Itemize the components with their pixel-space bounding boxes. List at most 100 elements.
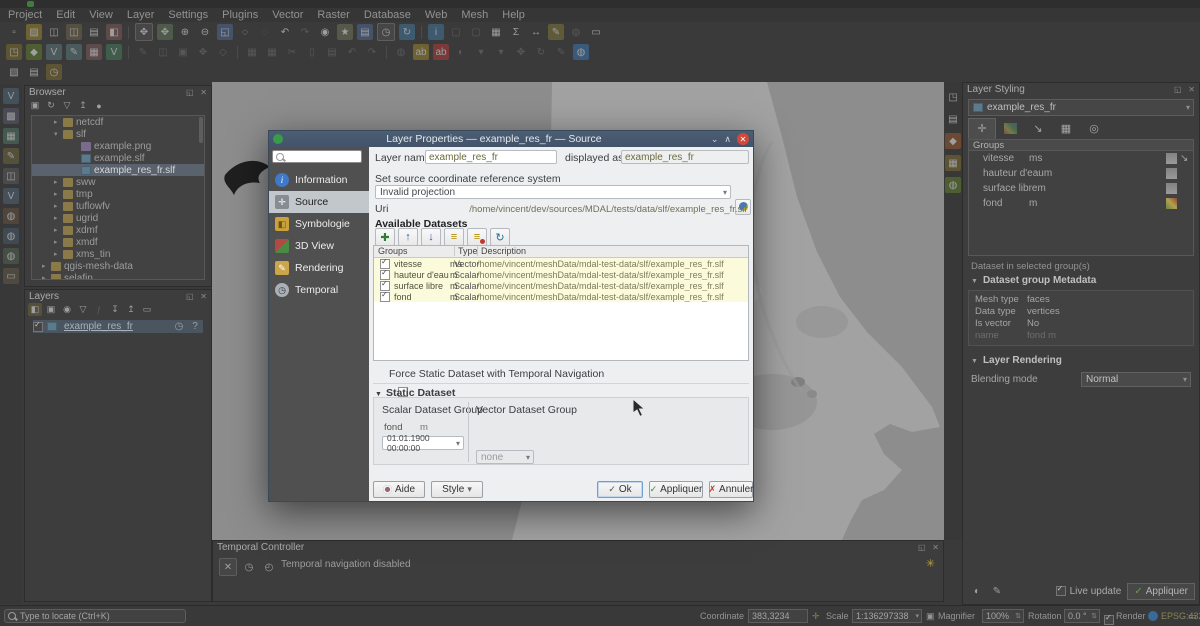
- float-panel-icon[interactable]: ◱: [1174, 85, 1182, 94]
- menu-item[interactable]: Help: [502, 9, 525, 21]
- styling-layer-select[interactable]: example_res_fr: [968, 99, 1194, 116]
- toggle-editing-icon[interactable]: ✎: [135, 44, 151, 60]
- temporal-layer-icon[interactable]: ◷: [173, 321, 185, 333]
- dataset-checkbox[interactable]: [380, 259, 390, 269]
- browser-tree-item[interactable]: ▸ netcdf: [32, 116, 204, 128]
- open-layer-styling-icon[interactable]: ◧: [28, 303, 42, 316]
- tab-vectors[interactable]: ↘: [1024, 118, 1052, 139]
- shade-window-icon[interactable]: ⌄: [711, 134, 719, 145]
- zoom-native-icon[interactable]: ◉: [317, 24, 333, 40]
- dataset-group-row[interactable]: vitesse ms: [969, 151, 1193, 166]
- close-panel-icon[interactable]: ✕: [1188, 85, 1195, 94]
- tab-contours[interactable]: [996, 118, 1024, 139]
- pan-to-selection-icon[interactable]: ✥: [157, 24, 173, 40]
- filter-browser-icon[interactable]: ▽: [60, 99, 74, 112]
- style-manager-icon[interactable]: ◧: [106, 24, 122, 40]
- dataset-row[interactable]: vitesse ms Vector /home/vincent/meshData…: [374, 258, 748, 269]
- manage-map-themes-icon[interactable]: ◉: [60, 303, 74, 316]
- dataset-group-row[interactable]: hauteur d'eau m: [969, 166, 1193, 181]
- vertex-tool-icon[interactable]: ◇: [215, 44, 231, 60]
- zoom-in-icon[interactable]: ⊕: [177, 24, 193, 40]
- crs-select[interactable]: Invalid projection: [375, 185, 731, 199]
- menu-item[interactable]: Settings: [168, 9, 208, 21]
- select-features-icon[interactable]: ▢: [448, 24, 464, 40]
- float-panel-icon[interactable]: ◱: [186, 88, 194, 97]
- collapse-all-icon[interactable]: ↥: [76, 99, 90, 112]
- browser-tree-item[interactable]: example_res_fr.slf: [32, 164, 204, 176]
- float-panel-icon[interactable]: ◱: [918, 543, 926, 552]
- dataset-group-row[interactable]: surface libre m: [969, 181, 1193, 196]
- dataset-row[interactable]: hauteur d'eau m Scalar /home/vincent/mes…: [374, 269, 748, 280]
- statistics-icon[interactable]: Σ: [508, 24, 524, 40]
- browser-tree-item[interactable]: ▸ xms_tin: [32, 248, 204, 260]
- float-panel-icon[interactable]: ◱: [186, 292, 194, 301]
- zoom-to-selection-icon[interactable]: ◌: [237, 24, 253, 40]
- new-shapefile-layer-icon[interactable]: V: [46, 44, 62, 60]
- properties-tab[interactable]: ◷ Temporal: [269, 279, 369, 301]
- menu-item[interactable]: Plugins: [222, 9, 258, 21]
- menu-item[interactable]: Web: [425, 9, 447, 21]
- magnifier-field[interactable]: 100%: [982, 609, 1024, 623]
- add-wcs-layer-icon[interactable]: ◍: [3, 228, 19, 244]
- temporal-off-icon[interactable]: ✕: [219, 558, 237, 576]
- processing-dropdown-icon[interactable]: ▧: [6, 64, 22, 80]
- blending-mode-select[interactable]: Normal: [1081, 372, 1191, 387]
- menu-item[interactable]: Vector: [272, 9, 303, 21]
- menu-item[interactable]: View: [89, 9, 113, 21]
- layer-row[interactable]: example_res_fr ◷?: [33, 320, 203, 333]
- save-project-as-icon[interactable]: ◫: [66, 24, 82, 40]
- add-wfs-layer-icon[interactable]: ◍: [3, 248, 19, 264]
- fixed-range-icon[interactable]: ◷: [241, 559, 257, 575]
- add-delimited-text-icon[interactable]: ✎: [3, 148, 19, 164]
- zoom-last-icon[interactable]: ↶: [277, 24, 293, 40]
- new-virtual-layer-icon[interactable]: V: [106, 44, 122, 60]
- comment-icon[interactable]: ▭: [588, 24, 604, 40]
- menu-item[interactable]: Edit: [56, 9, 75, 21]
- ok-button[interactable]: ✓Ok: [597, 481, 643, 498]
- live-update-checkbox[interactable]: [1056, 586, 1066, 596]
- layer-rendering-header[interactable]: Layer Rendering: [971, 355, 1062, 366]
- add-selected-layers-icon[interactable]: ▣: [28, 99, 42, 112]
- remove-layer-icon[interactable]: ▭: [140, 303, 154, 316]
- expand-dataset-groups-icon[interactable]: ↓: [421, 228, 441, 246]
- layer-notification-icon[interactable]: ?: [189, 321, 201, 333]
- osm-place-search-icon[interactable]: ◍: [393, 44, 409, 60]
- new-3d-map-icon[interactable]: ◳: [945, 89, 961, 105]
- label-options-icon[interactable]: ab: [433, 44, 449, 60]
- new-project-icon[interactable]: ▫: [6, 24, 22, 40]
- browser-tree-item[interactable]: ▾ slf: [32, 128, 204, 140]
- show-bookmarks-icon[interactable]: ▤: [357, 24, 373, 40]
- add-wms-layer-icon[interactable]: ◍: [3, 208, 19, 224]
- georeferencer-icon[interactable]: ◍: [945, 177, 961, 193]
- browser-tree-item[interactable]: ▸ tuflowfv: [32, 200, 204, 212]
- add-postgis-layer-icon[interactable]: V: [3, 188, 19, 204]
- browser-tree-item[interactable]: example.png: [32, 140, 204, 152]
- layer-visibility-checkbox[interactable]: [33, 322, 43, 332]
- temporal-settings-icon[interactable]: ✳: [926, 557, 935, 570]
- properties-tab[interactable]: ✎ Rendering: [269, 257, 369, 279]
- deselect-features-icon[interactable]: ▢: [468, 24, 484, 40]
- dataset-group-row[interactable]: fond m: [969, 196, 1193, 211]
- pin-labels-icon[interactable]: ▾: [473, 44, 489, 60]
- tab-rendering[interactable]: ▦: [1052, 118, 1080, 139]
- group-swatch-icon[interactable]: [1166, 168, 1177, 179]
- layer-name-input[interactable]: example_res_fr: [425, 150, 557, 164]
- group-swatch-icon[interactable]: [1166, 198, 1177, 209]
- group-swatch-icon[interactable]: [1166, 153, 1177, 164]
- collapse-dataset-groups-icon[interactable]: ↑: [398, 228, 418, 246]
- displayed-as-input[interactable]: example_res_fr: [621, 150, 749, 164]
- close-window-icon[interactable]: ✕: [737, 133, 749, 145]
- restore-window-icon[interactable]: ∧: [724, 134, 731, 145]
- layer-labeling-icon[interactable]: ab: [413, 44, 429, 60]
- zoom-to-layer-icon[interactable]: ◌: [257, 24, 273, 40]
- lock-scale-icon[interactable]: ▣: [926, 611, 935, 622]
- expand-all-icon[interactable]: ↧: [108, 303, 122, 316]
- modify-attributes-icon[interactable]: ▦: [244, 44, 260, 60]
- browser-scrollbar[interactable]: [199, 117, 203, 143]
- browser-properties-icon[interactable]: ●: [92, 99, 106, 112]
- browser-tree-item[interactable]: ▸ tmp: [32, 188, 204, 200]
- add-mesh-layer-icon[interactable]: ▦: [3, 128, 19, 144]
- cut-features-icon[interactable]: ✂: [284, 44, 300, 60]
- add-feature-icon[interactable]: ▣: [175, 44, 191, 60]
- style-manager-small-icon[interactable]: ✎: [989, 583, 1005, 599]
